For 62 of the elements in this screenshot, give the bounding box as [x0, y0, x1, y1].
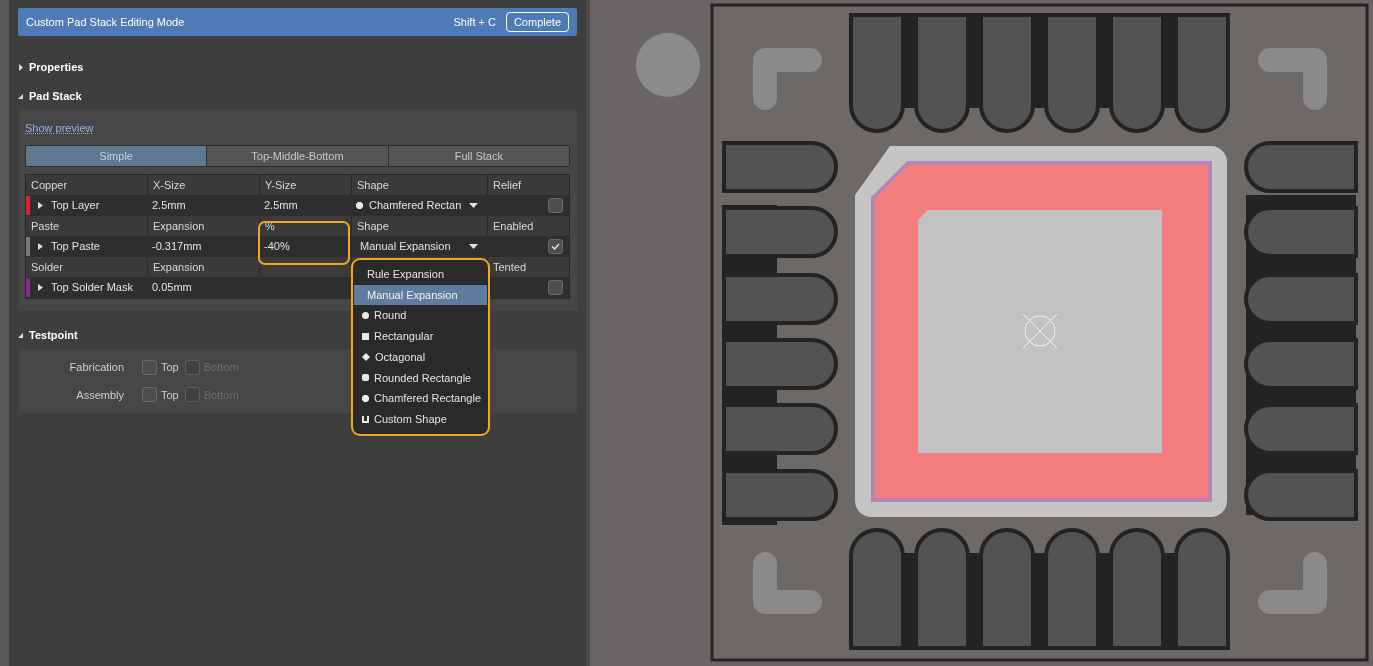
column-header: Paste: [31, 218, 60, 234]
shape-dropdown[interactable]: Chamfered Rectan: [356, 197, 482, 214]
square-icon: [362, 332, 369, 340]
testpoint-label: Assembly: [75, 387, 124, 403]
expand-triangle-icon[interactable]: [38, 202, 43, 209]
section-header[interactable]: Properties: [18, 59, 84, 75]
menu-item[interactable]: Custom Shape: [354, 408, 487, 430]
menu-item[interactable]: Rectangular: [354, 326, 487, 347]
show-preview-link[interactable]: Show preview: [25, 122, 94, 134]
checkbox[interactable]: [142, 359, 157, 375]
caret-icon: [469, 203, 478, 208]
mode-tab[interactable]: Full Stack: [387, 146, 569, 166]
collapse-triangle-icon[interactable]: [18, 331, 24, 339]
checkbox-label: Top: [161, 360, 179, 375]
table-cell-text: -0.317mm: [152, 239, 202, 255]
checkbox[interactable]: [548, 280, 563, 295]
checkmark-icon: [551, 243, 560, 250]
custom-shape-icon: [362, 415, 369, 423]
column-header: Shape: [357, 177, 389, 193]
checkbox-label: Top: [161, 387, 179, 403]
column-header: Copper: [31, 177, 68, 193]
menu-item[interactable]: Rule Expansion: [354, 264, 487, 285]
mode-tab[interactable]: Top-Middle-Bottom: [206, 146, 388, 166]
expand-triangle-icon[interactable]: [38, 284, 43, 291]
rounded-square-icon: [362, 374, 369, 382]
expand-triangle-icon[interactable]: [38, 243, 43, 250]
menu-item[interactable]: Round: [354, 305, 487, 327]
column-header: Expansion: [153, 218, 205, 234]
table-cell-text: 2.5mm: [264, 198, 298, 214]
table-cell-text: 0.05mm: [152, 280, 192, 296]
menu-item[interactable]: Chamfered Rectangle: [354, 388, 487, 409]
checkbox[interactable]: [548, 198, 563, 213]
menu-item[interactable]: Manual Expansion: [354, 284, 487, 306]
banner-title: Custom Pad Stack Editing Mode: [26, 14, 185, 30]
menu-item[interactable]: Rounded Rectangle: [354, 367, 487, 389]
checkbox[interactable]: [548, 239, 563, 254]
layer-name: Top Layer: [51, 198, 100, 214]
checkbox[interactable]: [142, 387, 157, 403]
caret-icon: [469, 244, 478, 249]
diamond-icon: [362, 353, 370, 362]
menu-item[interactable]: Octagonal: [354, 346, 487, 368]
layer-name: Top Paste: [51, 239, 100, 255]
complete-button[interactable]: Complete: [505, 12, 569, 32]
column-header: Relief: [493, 177, 522, 193]
shortcut-label: Shift + C: [453, 14, 496, 30]
column-header: Enabled: [493, 218, 534, 234]
column-header: X-Size: [153, 177, 186, 193]
expand-triangle-icon[interactable]: [18, 63, 24, 71]
column-header: Solder: [31, 259, 63, 275]
collapse-triangle-icon[interactable]: [18, 92, 24, 100]
layer-name: Top Solder Mask: [51, 280, 133, 296]
section-header[interactable]: Pad Stack: [18, 88, 82, 104]
column-header: Y-Size: [265, 177, 297, 193]
section-header[interactable]: Testpoint: [18, 327, 78, 343]
column-header: Tented: [493, 259, 527, 275]
column-header: Shape: [357, 218, 389, 234]
testpoint-label: Fabrication: [68, 360, 124, 375]
circle-icon: [362, 312, 369, 320]
column-header: Expansion: [153, 259, 205, 275]
shape-dropdown[interactable]: Manual Expansion: [356, 238, 482, 255]
table-cell-text: -40%: [264, 239, 290, 255]
table-cell-text: 2.5mm: [152, 198, 186, 214]
